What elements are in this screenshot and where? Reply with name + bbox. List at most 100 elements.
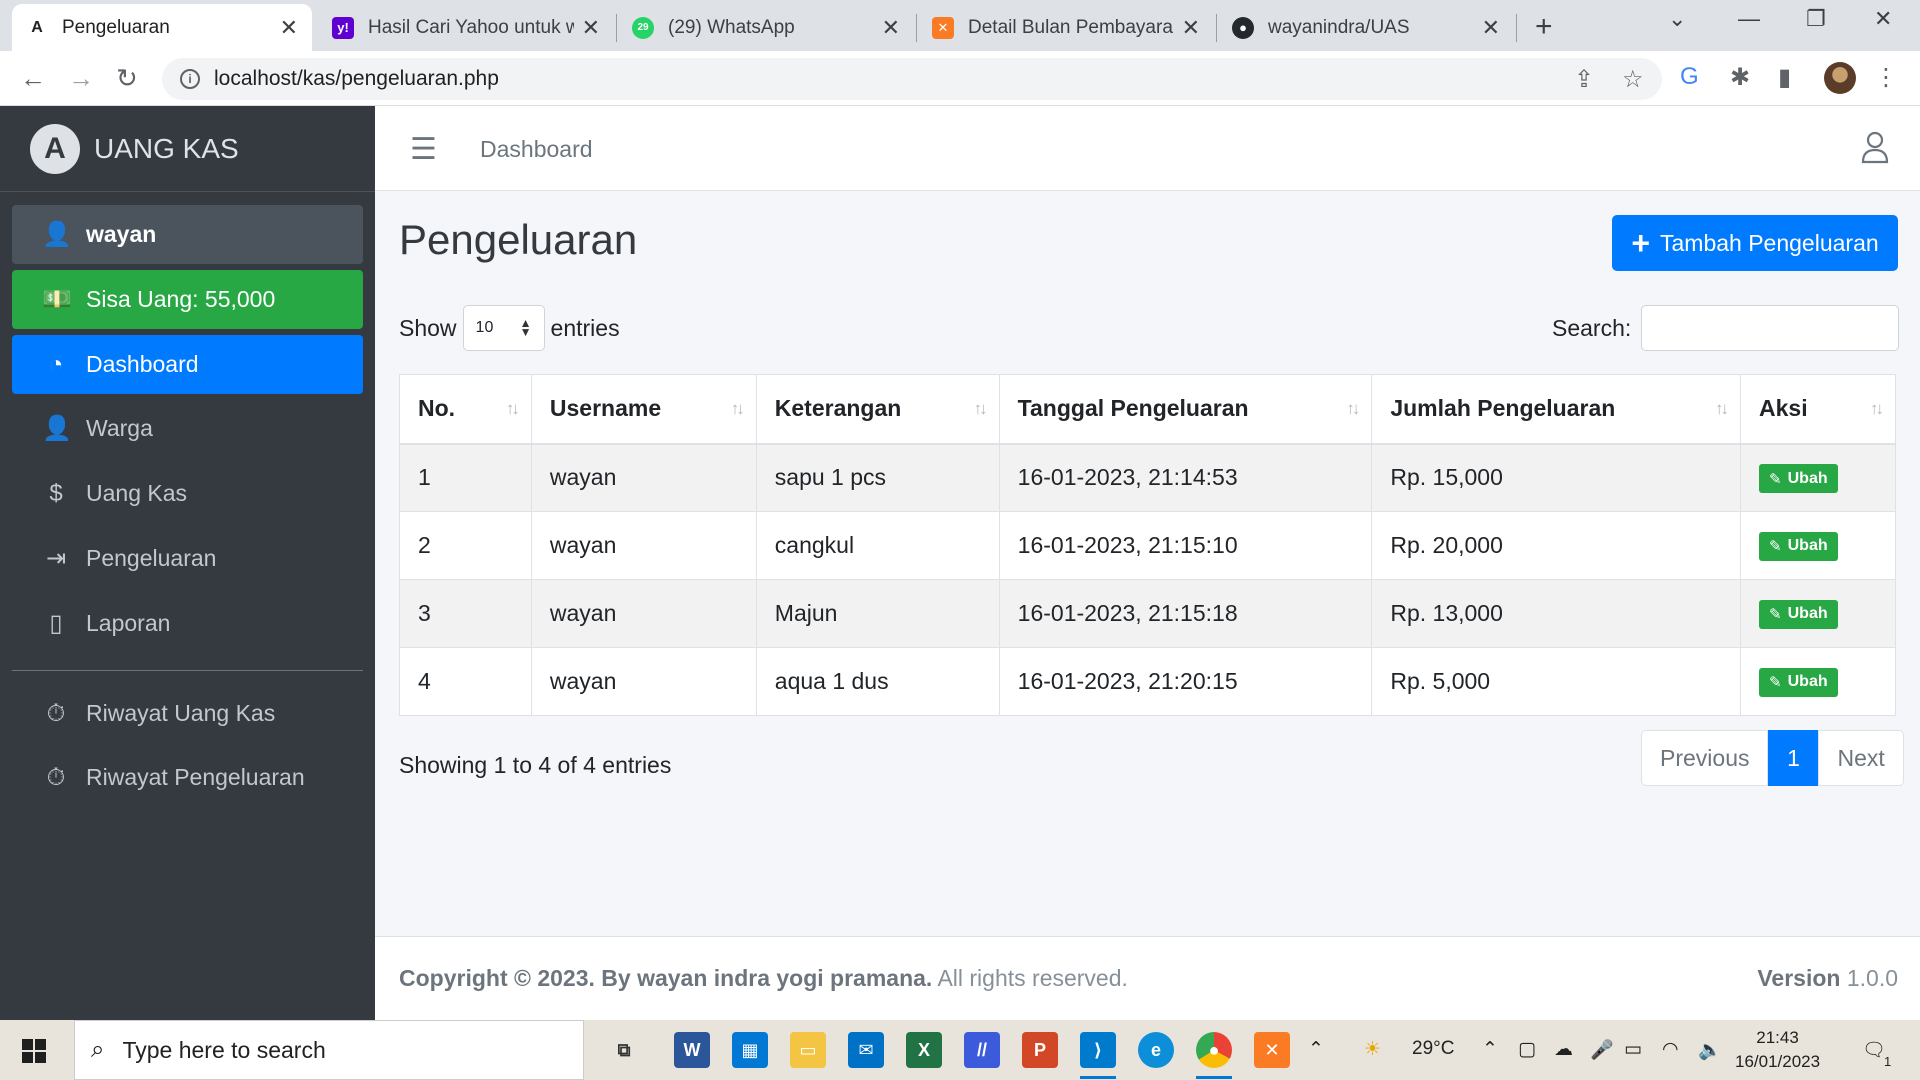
edge-icon[interactable]: e xyxy=(1138,1032,1174,1068)
share-icon[interactable]: ⇪ xyxy=(1574,65,1594,94)
back-button[interactable]: ← xyxy=(20,63,46,94)
menu-toggle-icon[interactable]: ☰ xyxy=(410,132,437,167)
cell-jumlah: Rp. 5,000 xyxy=(1371,647,1742,716)
sidebar: A UANG KAS 👤 wayan 💵 Sisa Uang: 55,000 ◔… xyxy=(0,106,375,1020)
chrome-icon[interactable]: ● xyxy=(1196,1032,1232,1068)
taskbar-search-box[interactable]: ⌕ Type here to search xyxy=(74,1020,584,1080)
windows-start-icon[interactable] xyxy=(22,1039,46,1063)
close-window-button[interactable]: ✕ xyxy=(1874,6,1892,32)
tab-whatsapp[interactable]: 29 (29) WhatsApp ✕ xyxy=(618,4,914,51)
sidebar-item-uang-kas[interactable]: $ Uang Kas xyxy=(12,464,363,523)
close-tab-icon[interactable]: ✕ xyxy=(582,15,600,41)
file-explorer-icon[interactable]: ▭ xyxy=(790,1032,826,1068)
word-icon[interactable]: W xyxy=(674,1032,710,1068)
column-header-keterangan[interactable]: Keterangan ↑↓ xyxy=(755,374,1000,445)
tab-github[interactable]: ● wayanindra/UAS ✕ xyxy=(1218,4,1514,51)
search-input[interactable] xyxy=(1641,305,1900,351)
reload-button[interactable]: ↻ xyxy=(116,63,138,94)
column-header-jumlah[interactable]: Jumlah Pengeluaran ↑↓ xyxy=(1371,374,1742,445)
close-tab-icon[interactable]: ✕ xyxy=(1182,15,1200,41)
mail-icon[interactable]: ✉ xyxy=(848,1032,884,1068)
show-hidden-icons-chevron[interactable]: ⌃ xyxy=(1482,1038,1498,1061)
cell-keterangan: cangkul xyxy=(755,511,1000,580)
sidebar-user[interactable]: 👤 wayan xyxy=(12,205,363,264)
meet-now-icon[interactable]: ▢ xyxy=(1518,1038,1536,1061)
cell-tanggal: 16-01-2023, 21:20:15 xyxy=(998,647,1373,716)
tab-detail-bulan[interactable]: ✕ Detail Bulan Pembayaran ✕ xyxy=(918,4,1214,51)
next-page-button[interactable]: Next xyxy=(1818,730,1904,786)
sidebar-item-pengeluaran[interactable]: ⇥ Pengeluaran xyxy=(12,529,363,588)
add-pengeluaran-button[interactable]: + Tambah Pengeluaran xyxy=(1612,215,1898,271)
browser-menu-icon[interactable]: ⋮ xyxy=(1874,63,1898,92)
xampp-icon[interactable]: ✕ xyxy=(1254,1032,1290,1068)
whatsapp-icon: 29 xyxy=(632,16,654,39)
close-tab-icon[interactable]: ✕ xyxy=(882,15,900,41)
address-bar[interactable]: i localhost/kas/pengeluaran.php xyxy=(162,58,1662,100)
column-header-aksi[interactable]: Aksi ↑↓ xyxy=(1740,374,1896,445)
bookmark-star-icon[interactable]: ☆ xyxy=(1622,65,1644,94)
excel-icon[interactable]: X xyxy=(906,1032,942,1068)
footer-copyright: Copyright © 2023. By wayan indra yogi pr… xyxy=(399,965,1128,991)
sidebar-item-label: Dashboard xyxy=(86,351,199,377)
sidebar-saldo-label: Sisa Uang: 55,000 xyxy=(86,286,276,312)
sidebar-item-riwayat-uang-kas[interactable]: ⏱ Riwayat Uang Kas xyxy=(12,684,363,743)
brand-link[interactable]: A UANG KAS xyxy=(0,106,375,192)
tab-yahoo[interactable]: y! Hasil Cari Yahoo untuk wa ✕ xyxy=(318,4,614,51)
profile-avatar[interactable] xyxy=(1824,62,1856,94)
system-clock[interactable]: 21:43 16/01/2023 xyxy=(1735,1026,1820,1074)
weather-temperature[interactable]: 29°C xyxy=(1412,1038,1454,1060)
sidebar-item-riwayat-pengeluaran[interactable]: ⏱ Riwayat Pengeluaran xyxy=(12,748,363,807)
vpn-app-icon[interactable]: // xyxy=(964,1032,1000,1068)
column-header-tanggal[interactable]: Tanggal Pengeluaran ↑↓ xyxy=(998,374,1373,445)
windows-taskbar: ⌕ Type here to search ⧉ W ▦ ▭ ✉ X // P ⟩… xyxy=(0,1020,1920,1080)
nav-link-dashboard[interactable]: Dashboard xyxy=(480,136,593,163)
onedrive-icon[interactable]: ☁ xyxy=(1554,1038,1573,1061)
column-header-no[interactable]: No. ↑↓ xyxy=(399,374,532,445)
close-tab-icon[interactable]: ✕ xyxy=(280,15,298,41)
powerpoint-icon[interactable]: P xyxy=(1022,1032,1058,1068)
task-view-icon[interactable]: ⧉ xyxy=(606,1032,642,1068)
side-panel-icon[interactable]: ▮ xyxy=(1778,63,1791,92)
cell-username: wayan xyxy=(530,511,757,580)
minimize-window-button[interactable]: — xyxy=(1738,6,1760,32)
sidebar-item-dashboard[interactable]: ◔ Dashboard xyxy=(12,335,363,394)
ubah-button[interactable]: ✎ Ubah xyxy=(1759,599,1838,629)
cell-jumlah: Rp. 15,000 xyxy=(1371,443,1742,512)
footer: Copyright © 2023. By wayan indra yogi pr… xyxy=(375,936,1920,1020)
new-tab-button[interactable]: + xyxy=(1535,10,1553,44)
microphone-icon[interactable]: 🎤 xyxy=(1590,1038,1614,1062)
user-profile-icon[interactable] xyxy=(1860,130,1890,164)
ubah-button[interactable]: ✎ Ubah xyxy=(1759,531,1838,561)
page-1-button[interactable]: 1 xyxy=(1768,730,1819,786)
notification-center-icon[interactable]: 🗨 xyxy=(1862,1038,1886,1062)
cell-tanggal: 16-01-2023, 21:14:53 xyxy=(998,443,1373,512)
weather-icon[interactable]: ☀ xyxy=(1364,1038,1381,1061)
microsoft-store-icon[interactable]: ▦ xyxy=(732,1032,768,1068)
site-info-icon[interactable]: i xyxy=(180,69,200,89)
sidebar-item-laporan[interactable]: ▯ Laporan xyxy=(12,594,363,653)
tray-overflow-icon[interactable]: ⌃ xyxy=(1308,1038,1324,1061)
google-translate-icon[interactable]: G xyxy=(1680,63,1699,91)
sidebar-saldo[interactable]: 💵 Sisa Uang: 55,000 xyxy=(12,270,363,329)
tab-pengeluaran[interactable]: A Pengeluaran ✕ xyxy=(12,4,312,51)
sidebar-item-warga[interactable]: 👤 Warga xyxy=(12,399,363,458)
forward-button[interactable]: → xyxy=(68,63,94,94)
tab-search-chevron-icon[interactable]: ⌄ xyxy=(1668,6,1686,32)
cell-keterangan: aqua 1 dus xyxy=(755,647,1000,716)
page-length-select[interactable]: 10 ▲ ▼ xyxy=(462,305,545,351)
vscode-icon[interactable]: ⟩ xyxy=(1080,1032,1116,1068)
wifi-icon[interactable]: ◠ xyxy=(1662,1038,1679,1061)
extensions-puzzle-icon[interactable]: ✱ xyxy=(1730,63,1750,92)
url-text: localhost/kas/pengeluaran.php xyxy=(214,67,499,90)
column-header-username[interactable]: Username ↑↓ xyxy=(530,374,757,445)
xampp-icon: ✕ xyxy=(932,16,954,39)
close-tab-icon[interactable]: ✕ xyxy=(1482,15,1500,41)
ubah-button[interactable]: ✎ Ubah xyxy=(1759,667,1838,697)
ubah-button[interactable]: ✎ Ubah xyxy=(1759,464,1838,493)
volume-icon[interactable]: 🔈 xyxy=(1698,1038,1722,1062)
battery-icon[interactable]: ▭ xyxy=(1624,1038,1642,1061)
restore-window-button[interactable]: ❐ xyxy=(1806,6,1826,32)
sign-out-icon: ⇥ xyxy=(45,545,67,572)
previous-page-button[interactable]: Previous xyxy=(1641,730,1769,786)
search-control: Search: xyxy=(1552,305,1900,351)
